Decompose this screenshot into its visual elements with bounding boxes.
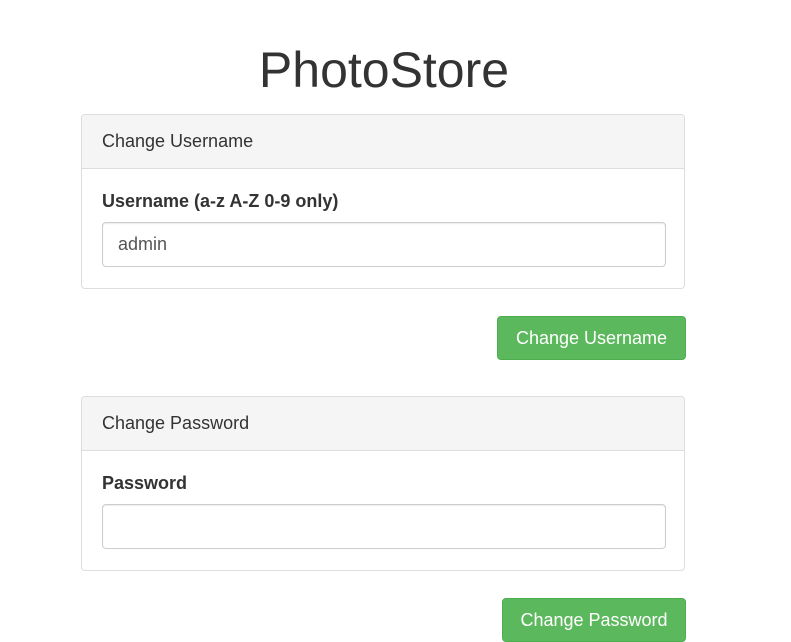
page-title: PhotoStore [258, 42, 510, 98]
username-label: Username (a-z A-Z 0-9 only) [102, 191, 339, 211]
change-password-panel-heading: Change Password [82, 397, 684, 451]
change-username-panel: Change Username Username (a-z A-Z 0-9 on… [81, 114, 685, 289]
change-password-panel-body: Password [82, 451, 684, 569]
settings-page: PhotoStore Change Username Username (a-z… [0, 0, 791, 642]
change-password-panel: Change Password Password [81, 396, 685, 571]
change-username-button[interactable]: Change Username [497, 316, 686, 360]
change-username-panel-heading: Change Username [82, 115, 684, 169]
password-label: Password [102, 473, 188, 493]
change-password-button[interactable]: Change Password [502, 598, 686, 642]
change-username-panel-body: Username (a-z A-Z 0-9 only) [82, 169, 684, 287]
username-input[interactable] [102, 222, 666, 267]
password-input[interactable] [102, 504, 666, 549]
